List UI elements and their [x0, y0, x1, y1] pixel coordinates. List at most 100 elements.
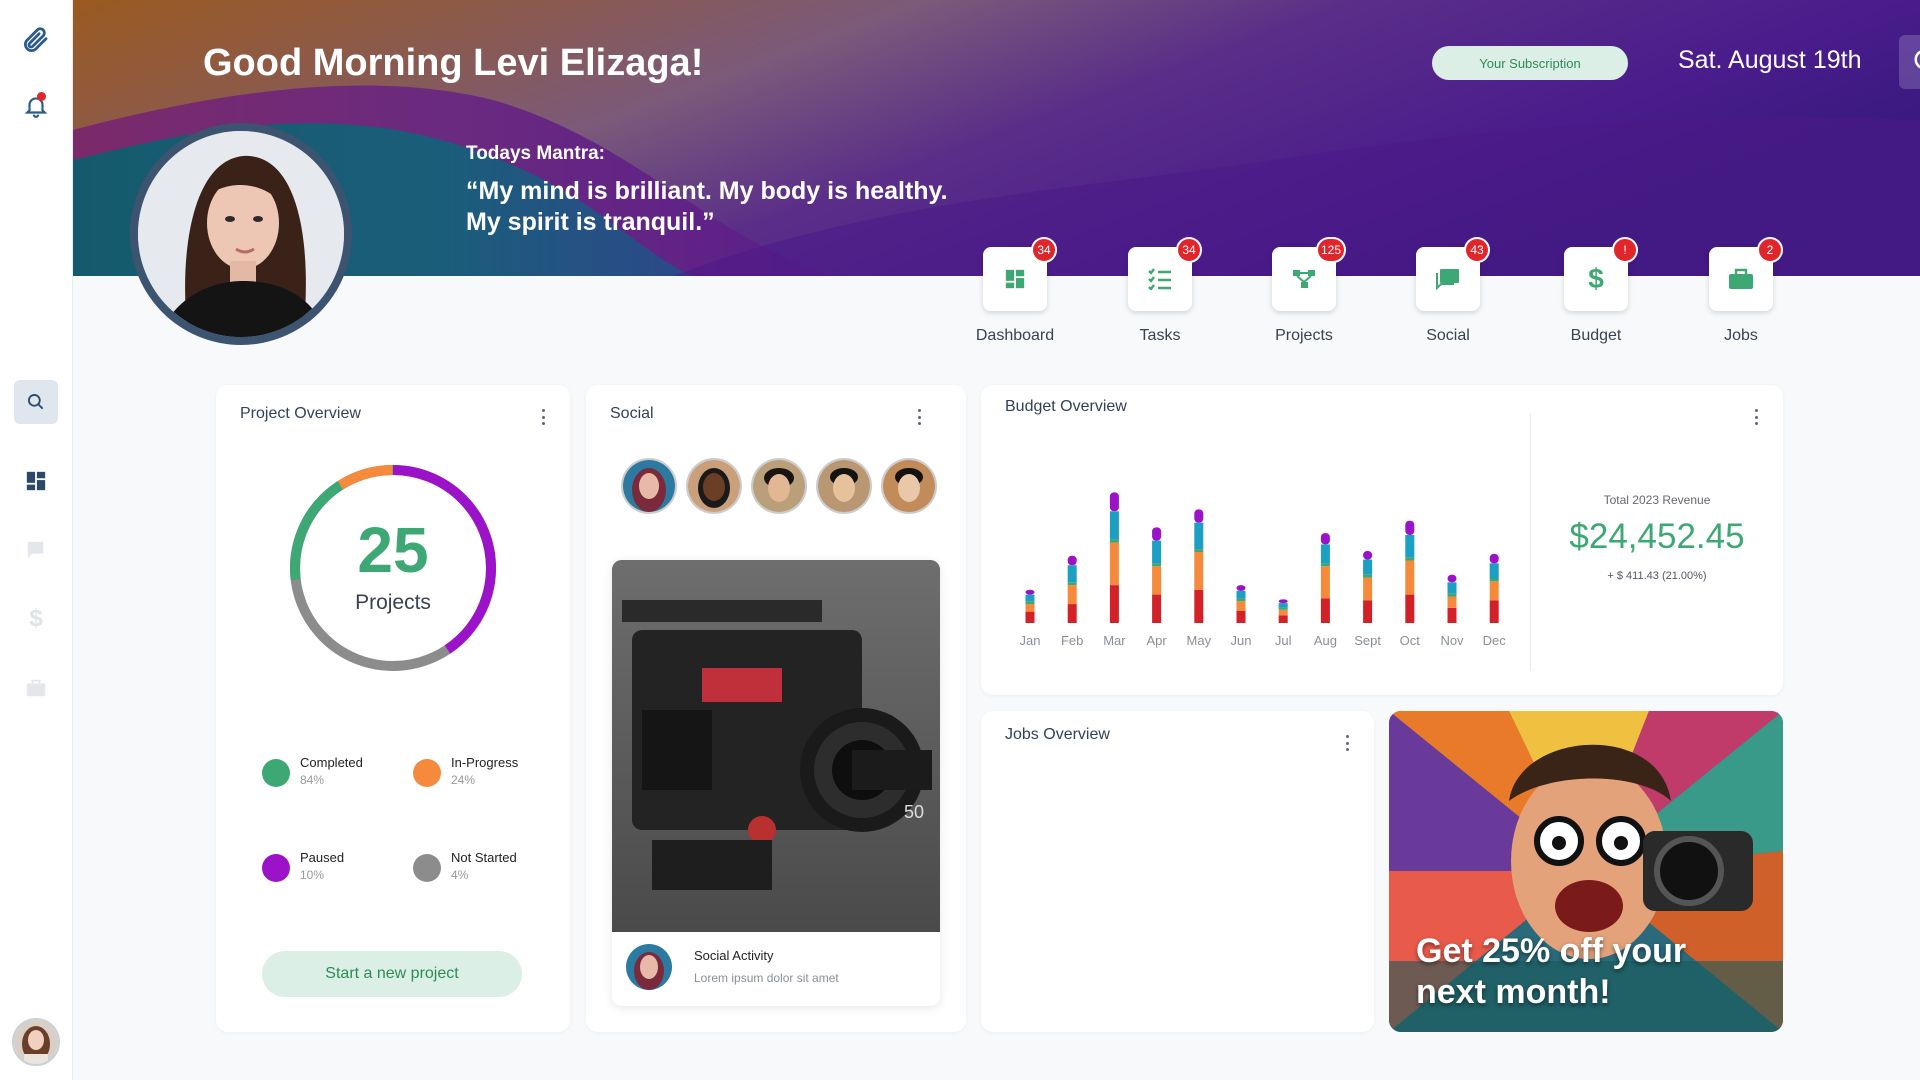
bar-segment-jan-4 [1025, 589, 1035, 595]
bar-segment-sept-4 [1363, 551, 1373, 560]
bar-segment-jan-2 [1025, 601, 1035, 605]
x-tick-label: Dec [1483, 633, 1507, 648]
tasks-tile[interactable]: 34 [1128, 237, 1202, 311]
legend-pct: 4% [451, 868, 469, 882]
chat-icon[interactable] [14, 528, 58, 572]
nav-projects[interactable]: 125 Projects [1239, 237, 1369, 347]
briefcase-icon [1729, 268, 1753, 289]
paperclip-icon[interactable] [14, 18, 58, 62]
nav-label: Dashboard [975, 327, 1055, 344]
bar-segment-apr-1 [1152, 566, 1162, 595]
jobs-tile[interactable]: 2 [1709, 237, 1783, 311]
nav-dashboard[interactable]: 34 Dashboard [950, 237, 1080, 347]
subscription-button[interactable]: Your Subscription [1432, 46, 1628, 80]
badge-count: 2 [1757, 237, 1783, 263]
bar-segment-may-1 [1194, 552, 1204, 590]
x-tick-label: Apr [1146, 633, 1167, 648]
social-activity-card[interactable]: 50 Social Activity Lorem ipsum dolor sit… [612, 560, 940, 1006]
legend-dot [413, 854, 441, 882]
avatar[interactable] [621, 458, 677, 514]
bar-segment-may-0 [1194, 589, 1204, 623]
bar-segment-jul-3 [1278, 603, 1288, 608]
x-tick-label: Jan [1020, 633, 1041, 648]
nav-jobs[interactable]: 2 Jobs [1676, 237, 1806, 347]
more-options-icon[interactable] [916, 409, 922, 425]
greeting-title: Good Morning Levi Elizaga! [203, 42, 704, 84]
badge-count: 125 [1315, 237, 1346, 263]
profile-photo[interactable] [130, 123, 352, 345]
avatar[interactable] [626, 944, 672, 990]
avatar[interactable] [816, 458, 872, 514]
briefcase-icon[interactable] [14, 666, 58, 710]
legend-dot [413, 759, 441, 787]
sidebar: $ [0, 0, 73, 1080]
promo-banner[interactable]: Get 25% off your next month! [1389, 711, 1783, 1032]
portrait-image [138, 131, 344, 337]
bar-segment-jan-1 [1025, 604, 1035, 612]
legend-dot [262, 854, 290, 882]
jobs-overview-card: Jobs Overview [981, 711, 1374, 1032]
bar-segment-mar-0 [1109, 585, 1119, 623]
badge-count: 34 [1031, 237, 1057, 263]
mantra-line: My spirit is tranquil.” [466, 208, 715, 236]
social-activity-title: Social Activity [694, 948, 774, 963]
project-count-label: Projects [355, 591, 431, 614]
avatar[interactable] [751, 458, 807, 514]
x-tick-label: May [1187, 633, 1212, 648]
bar-segment-feb-0 [1067, 604, 1077, 623]
bar-segment-dec-3 [1489, 563, 1499, 579]
bar-segment-dec-2 [1489, 578, 1499, 582]
bar-segment-apr-4 [1152, 527, 1162, 541]
badge-count: 34 [1176, 237, 1202, 263]
notification-dot [37, 92, 46, 101]
bar-segment-oct-4 [1405, 520, 1415, 535]
bar-segment-jul-2 [1278, 607, 1288, 610]
projects-tile[interactable]: 125 [1272, 237, 1346, 311]
bar-segment-mar-1 [1109, 542, 1119, 586]
dashboard-icon [1005, 269, 1025, 289]
dollar-icon[interactable]: $ [14, 597, 58, 641]
avatar[interactable] [881, 458, 937, 514]
legend-name: Paused [300, 850, 345, 865]
x-tick-label: Nov [1440, 633, 1464, 648]
bell-icon[interactable] [14, 84, 58, 128]
bar-segment-oct-2 [1405, 557, 1415, 561]
start-project-button[interactable]: Start a new project [262, 951, 522, 997]
nav-budget[interactable]: $ ! Budget [1531, 237, 1661, 347]
promo-line: next month! [1416, 973, 1611, 1011]
bar-segment-feb-3 [1067, 565, 1077, 583]
dashboard-tile[interactable]: 34 [983, 237, 1057, 311]
social-card: Social 50 Social Activity Lorem ipsum do… [586, 385, 966, 1032]
budget-tile[interactable]: $ ! [1564, 237, 1638, 311]
avatar[interactable] [686, 458, 742, 514]
legend-name: In-Progress [451, 755, 519, 770]
social-tile[interactable]: 43 [1416, 237, 1490, 311]
user-avatar[interactable] [12, 1018, 60, 1066]
more-options-icon[interactable] [1344, 735, 1350, 751]
bar-segment-jun-4 [1236, 585, 1246, 591]
nav-social[interactable]: 43 Social [1383, 237, 1513, 347]
nav-label: Budget [1570, 327, 1622, 344]
bar-segment-jun-0 [1236, 610, 1246, 623]
tasks-icon [1148, 268, 1171, 290]
nav-tasks[interactable]: 34 Tasks [1095, 237, 1225, 347]
projects-icon [1293, 270, 1315, 288]
bar-segment-aug-4 [1320, 533, 1330, 545]
bar-segment-aug-2 [1320, 563, 1330, 567]
badge-alert: ! [1612, 237, 1638, 263]
mantra-label: Todays Mantra: [466, 143, 606, 164]
dashboard-icon[interactable] [14, 459, 58, 503]
x-tick-label: Jul [1275, 633, 1292, 648]
badge-count: 43 [1464, 237, 1490, 263]
search-icon[interactable] [14, 380, 58, 424]
bar-segment-oct-0 [1405, 594, 1415, 623]
search-icon [1914, 50, 1920, 69]
x-tick-label: Mar [1103, 633, 1126, 648]
bar-segment-dec-4 [1489, 553, 1499, 564]
search-button[interactable] [1899, 35, 1920, 89]
bar-segment-nov-2 [1447, 593, 1457, 597]
budget-overview-card: Budget Overview Jan Feb Mar Apr May Jun Jul Aug… [981, 385, 1783, 695]
revenue-value: $24,452.45 [1569, 517, 1745, 556]
revenue-change: + $ 411.43 (21.00%) [1607, 570, 1707, 582]
bar-segment-oct-3 [1405, 534, 1415, 558]
